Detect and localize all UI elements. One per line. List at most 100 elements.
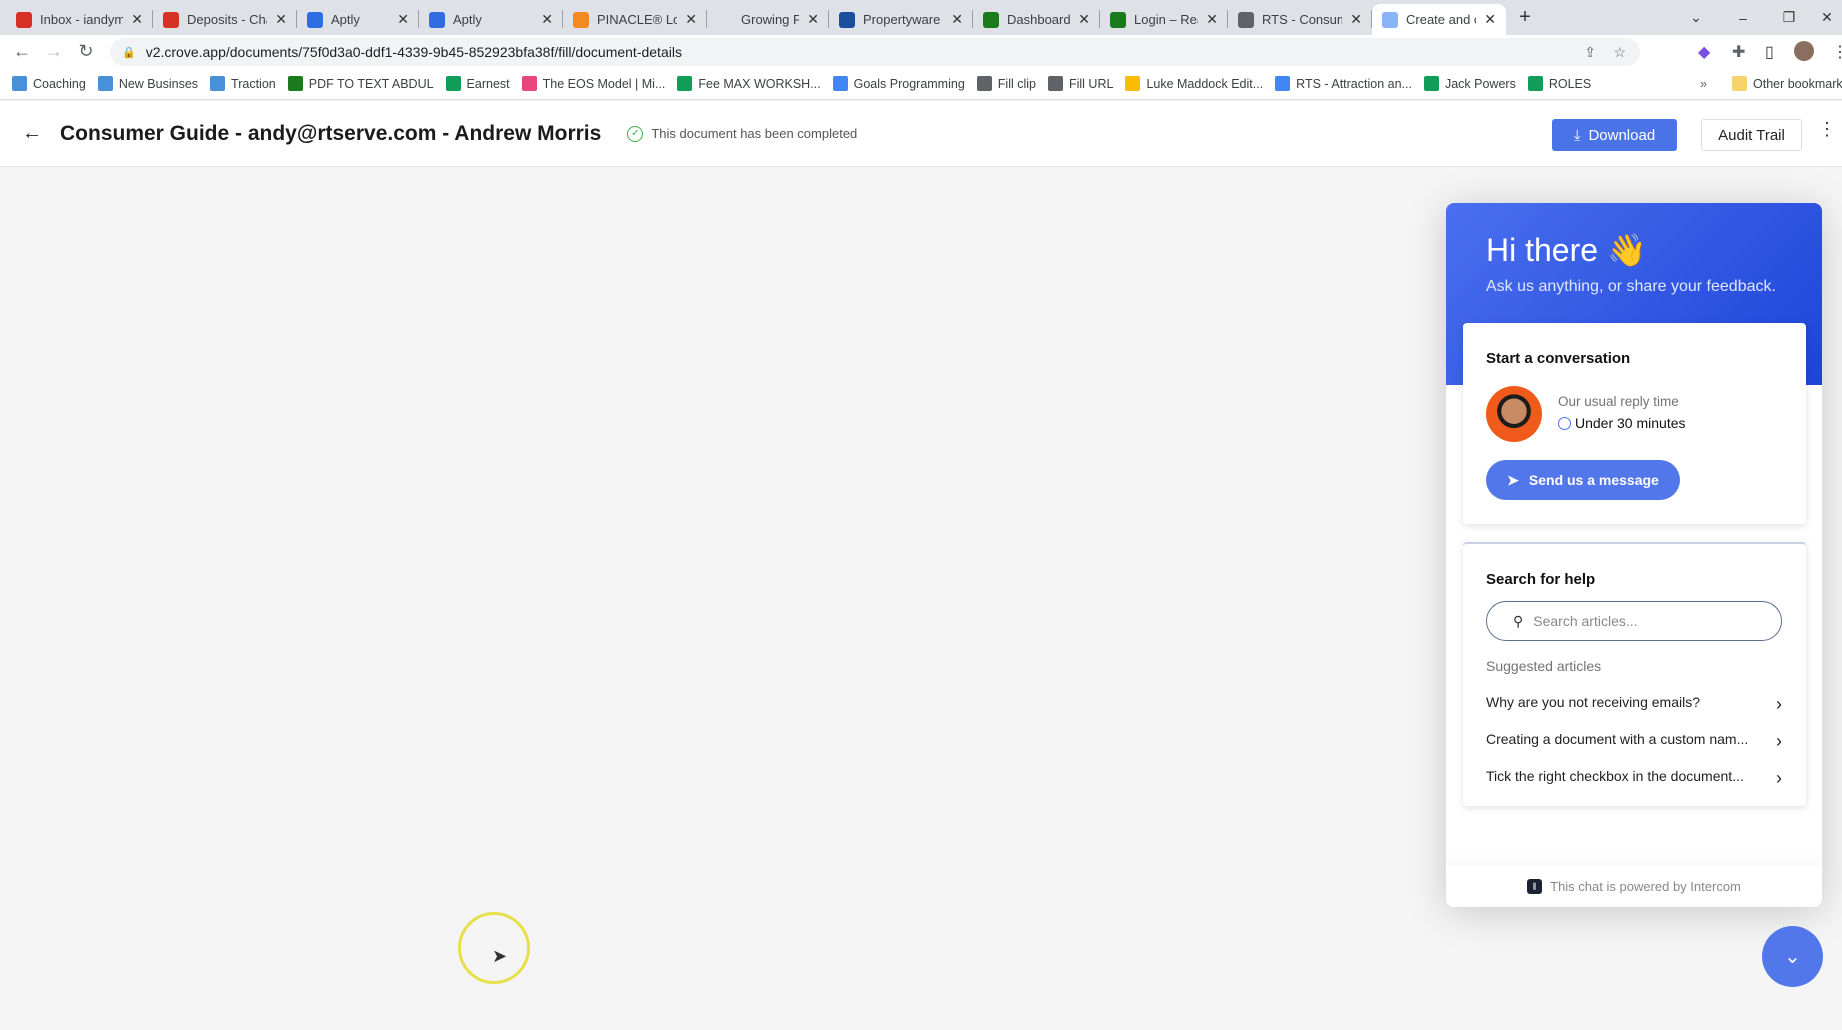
more-bookmarks-icon[interactable]: » xyxy=(1700,77,1707,91)
tab[interactable]: RTS - Consume ✕ xyxy=(1228,4,1372,35)
close-window-button[interactable]: ✕ xyxy=(1812,0,1842,35)
tab[interactable]: Propertyware - ✕ xyxy=(829,4,973,35)
tab[interactable]: Inbox - iandym ✕ xyxy=(6,4,153,35)
bookmark-item[interactable]: Fill URL xyxy=(1047,76,1113,91)
close-tab-icon[interactable]: ✕ xyxy=(397,11,409,28)
tab[interactable]: Aptly ✕ xyxy=(419,4,563,35)
close-tab-icon[interactable]: ✕ xyxy=(951,11,963,28)
page-title: Consumer Guide - andy@rtserve.com - Andr… xyxy=(60,121,602,145)
close-tab-icon[interactable]: ✕ xyxy=(275,11,287,28)
article-title: Creating a document with a custom nam... xyxy=(1486,731,1749,747)
download-button[interactable]: ⤓ Download xyxy=(1552,119,1677,151)
globe-icon xyxy=(1238,11,1254,28)
article-link[interactable]: Tick the right checkbox in the document.… xyxy=(1486,768,1782,789)
tab[interactable]: Deposits - Cha ✕ xyxy=(153,4,297,35)
close-tab-icon[interactable]: ✕ xyxy=(685,11,697,28)
bookmark-item[interactable]: Fill clip xyxy=(976,76,1036,91)
bookmark-item[interactable]: PDF TO TEXT ABDUL xyxy=(287,76,434,91)
bookmark-label: Luke Maddock Edit... xyxy=(1146,76,1264,91)
minimize-button[interactable]: – xyxy=(1720,0,1766,35)
close-tab-icon[interactable]: ✕ xyxy=(1078,11,1090,28)
close-tab-icon[interactable]: ✕ xyxy=(541,11,553,28)
more-options-icon[interactable]: ⋮ xyxy=(1818,119,1836,140)
aptly-icon xyxy=(307,11,323,28)
tab-title: Aptly xyxy=(453,12,482,27)
close-tab-icon[interactable]: ✕ xyxy=(131,11,143,28)
bookmark-item[interactable]: RTS - Attraction an... xyxy=(1275,76,1412,91)
bookmark-item[interactable]: ROLES xyxy=(1527,76,1591,91)
side-panel-icon[interactable]: ▯ xyxy=(1765,42,1774,62)
forward-icon[interactable]: → xyxy=(38,41,70,62)
powered-by-footer[interactable]: ⫼ This chat is powered by Intercom xyxy=(1446,866,1822,907)
article-link[interactable]: Creating a document with a custom nam...… xyxy=(1486,731,1782,752)
restore-button[interactable]: ❐ xyxy=(1766,0,1812,35)
bookmarks-bar: Coaching New Businses Traction PDF TO TEXT … xyxy=(0,68,1842,100)
address-bar-row: ← → ↻ 🔒 v2.crove.app/documents/75f0d3a0-… xyxy=(0,35,1842,68)
bookmark-item[interactable]: Fee MAX WORKSH... xyxy=(677,76,821,91)
tab[interactable]: Login – Realty ✕ xyxy=(1100,4,1228,35)
bookmark-icon xyxy=(97,76,113,91)
tab-search-icon[interactable]: ⌄ xyxy=(1673,0,1719,35)
close-tab-icon[interactable]: ✕ xyxy=(1206,11,1218,28)
tab-title: RTS - Consume xyxy=(1262,12,1342,27)
download-icon: ⤓ xyxy=(1573,126,1581,144)
bookmark-item[interactable]: Coaching xyxy=(12,76,86,91)
clock-icon xyxy=(1558,416,1571,430)
tab[interactable]: PINACLE® Log ✕ xyxy=(563,4,707,35)
extension-icon[interactable]: ◆ xyxy=(1698,42,1710,62)
close-messenger-button[interactable]: ⌄ xyxy=(1762,926,1823,987)
back-icon[interactable]: ← xyxy=(6,41,38,62)
lock-icon: 🔒 xyxy=(122,46,136,59)
intercom-messenger: Hi there 👋 Ask us anything, or share you… xyxy=(1446,203,1822,907)
search-icon: ⚲ xyxy=(1513,612,1524,629)
bookmark-label: Traction xyxy=(231,76,276,91)
tab[interactable]: Create and cor ✕ xyxy=(1372,4,1506,35)
tab[interactable]: Growing Prosp ✕ xyxy=(707,4,829,35)
search-articles-input[interactable]: ⚲ Search articles... xyxy=(1486,601,1782,641)
star-icon[interactable]: ☆ xyxy=(1613,44,1626,61)
url-field[interactable]: 🔒 v2.crove.app/documents/75f0d3a0-ddf1-4… xyxy=(110,38,1640,66)
bookmark-item[interactable]: The EOS Model | Mi... xyxy=(521,76,665,91)
menu-icon[interactable]: ⋮ xyxy=(1832,42,1842,62)
tab[interactable]: Aptly ✕ xyxy=(297,4,419,35)
bookmark-icon xyxy=(12,76,27,91)
new-tab-button[interactable]: + xyxy=(1510,0,1540,35)
close-tab-icon[interactable]: ✕ xyxy=(1484,11,1496,28)
tab[interactable]: Dashboard ‹ Re ✕ xyxy=(973,4,1100,35)
bookmark-item[interactable]: New Businses xyxy=(97,76,198,91)
other-bookmarks[interactable]: Other bookmarks xyxy=(1732,76,1842,91)
share-icon[interactable]: ⇪ xyxy=(1584,44,1596,61)
puzzle-icon[interactable]: ✚ xyxy=(1732,42,1745,62)
close-tab-icon[interactable]: ✕ xyxy=(807,11,819,28)
audit-trail-button[interactable]: Audit Trail xyxy=(1701,119,1802,151)
bookmark-item[interactable]: Jack Powers xyxy=(1423,76,1516,91)
send-message-button[interactable]: ➤ Send us a message xyxy=(1486,460,1680,500)
pinacle-icon xyxy=(573,11,589,28)
bookmark-label: Fill clip xyxy=(997,76,1036,91)
back-arrow-icon[interactable]: ← xyxy=(22,122,42,145)
help-title: Search for help xyxy=(1486,571,1596,588)
propertyware-icon xyxy=(839,11,855,28)
article-title: Tick the right checkbox in the document.… xyxy=(1486,768,1744,784)
chevron-right-icon: › xyxy=(1776,731,1782,751)
close-tab-icon[interactable]: ✕ xyxy=(1350,11,1362,28)
leaf-icon xyxy=(983,11,999,28)
profile-avatar[interactable] xyxy=(1794,41,1814,61)
bookmark-label: Jack Powers xyxy=(1444,76,1516,91)
bookmark-item[interactable]: Luke Maddock Edit... xyxy=(1125,76,1263,91)
bookmark-item[interactable]: Earnest xyxy=(445,76,510,91)
greeting: Hi there 👋 xyxy=(1486,232,1647,268)
bookmark-item[interactable]: Goals Programming xyxy=(832,76,965,91)
bookmark-icon xyxy=(210,76,226,91)
bookmark-item[interactable]: Traction xyxy=(210,76,276,91)
bookmark-icon xyxy=(1047,76,1063,91)
conversation-title: Start a conversation xyxy=(1486,350,1631,367)
bookmark-label: Fee MAX WORKSH... xyxy=(698,76,821,91)
bookmark-label: Earnest xyxy=(466,76,510,91)
send-icon: ➤ xyxy=(1507,471,1519,488)
tab-title: Dashboard ‹ Re xyxy=(1007,12,1071,27)
article-link[interactable]: Why are you not receiving emails? › xyxy=(1486,694,1782,715)
reload-icon[interactable]: ↻ xyxy=(70,41,102,62)
bookmark-icon xyxy=(1125,76,1141,91)
gmail-icon xyxy=(163,11,179,28)
